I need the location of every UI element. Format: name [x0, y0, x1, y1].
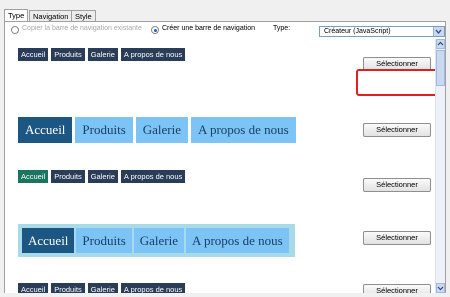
select-style-5-button[interactable]: Sélectionner [363, 284, 431, 293]
nav-item-produits: Produits [51, 283, 85, 293]
nav-item-galerie: Galerie [135, 117, 189, 143]
nav-item-accueil: Accueil [18, 170, 49, 183]
type-select[interactable]: Créateur (JavaScript) [319, 26, 445, 37]
tab-navigation[interactable]: Navigation [29, 10, 73, 21]
tab-type[interactable]: Type [4, 9, 29, 21]
vertical-scrollbar[interactable] [435, 39, 445, 293]
nav-item-galerie: Galerie [87, 283, 118, 293]
nav-item-accueil: Accueil [18, 117, 73, 143]
nav-item-produits: Produits [76, 228, 132, 253]
nav-item-a-propos: A propos de nous [120, 283, 186, 293]
nav-item-a-propos: A propos de nous [120, 48, 186, 61]
create-new-radio[interactable] [151, 26, 159, 34]
copy-existing-label: Copier la barre de navigation existante [22, 25, 142, 32]
nav-item-galerie: Galerie [87, 170, 118, 183]
nav-item-accueil: Accueil [22, 228, 75, 253]
nav-item-galerie: Galerie [133, 228, 185, 253]
style-list: Accueil Produits Galerie A propos de nou… [5, 39, 435, 293]
type-panel: Copier la barre de navigation existante … [4, 21, 446, 293]
nav-item-galerie: Galerie [87, 48, 118, 61]
select-style-4-button[interactable]: Sélectionner [363, 231, 431, 245]
select-style-2-button[interactable]: Sélectionner [363, 123, 431, 137]
style-preview-3[interactable]: Accueil Produits Galerie A propos de nou… [18, 170, 188, 183]
create-new-label: Créer une barre de navigation [162, 25, 256, 32]
scroll-up-button[interactable] [436, 39, 445, 49]
nav-item-produits: Produits [51, 170, 85, 183]
type-label: Type: [273, 25, 291, 32]
style-preview-5[interactable]: Accueil Produits Galerie A propos de nou… [18, 283, 188, 293]
chevron-down-icon[interactable] [433, 27, 444, 36]
type-select-value: Créateur (JavaScript) [324, 28, 391, 35]
style-preview-2[interactable]: Accueil Produits Galerie A propos de nou… [18, 117, 299, 143]
nav-item-produits: Produits [51, 48, 85, 61]
nav-item-a-propos: A propos de nous [120, 170, 186, 183]
options-row: Copier la barre de navigation existante … [5, 22, 445, 38]
style-preview-1[interactable]: Accueil Produits Galerie A propos de nou… [18, 48, 188, 61]
tab-bar: Type Navigation Style [0, 0, 450, 22]
nav-item-produits: Produits [75, 117, 133, 143]
select-style-3-button[interactable]: Sélectionner [363, 178, 431, 192]
copy-existing-radio[interactable] [11, 26, 19, 34]
highlight-frame [356, 69, 435, 96]
tab-style[interactable]: Style [71, 10, 96, 21]
scroll-thumb[interactable] [436, 50, 445, 86]
scroll-down-button[interactable] [436, 283, 445, 293]
nav-item-accueil: Accueil [18, 48, 49, 61]
nav-item-a-propos: A propos de nous [186, 228, 289, 253]
nav-item-a-propos: A propos de nous [191, 117, 296, 143]
style-preview-4[interactable]: Accueil Produits Galerie A propos de nou… [18, 224, 295, 257]
nav-item-accueil: Accueil [18, 283, 49, 293]
